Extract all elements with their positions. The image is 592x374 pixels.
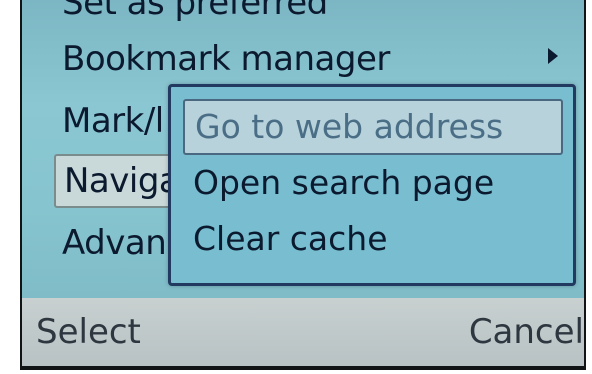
browser-options-menu: Set as preferred Bookmark manager Mark/l…	[22, 0, 584, 298]
submenu-item-open-search-page[interactable]: Open search page	[183, 157, 559, 209]
menu-item-label: Bookmark manager	[62, 39, 390, 79]
menu-item-set-as-preferred[interactable]: Set as preferred	[62, 0, 328, 28]
submenu-item-label: Open search page	[193, 163, 495, 202]
cancel-softkey[interactable]: Cancel	[469, 308, 584, 356]
device-bezel: Set as preferred Bookmark manager Mark/l…	[0, 0, 592, 374]
phone-screen: Set as preferred Bookmark manager Mark/l…	[20, 0, 586, 370]
submenu-item-go-to-web-address[interactable]: Go to web address	[183, 99, 563, 155]
chevron-right-icon	[548, 48, 558, 64]
menu-item-mark[interactable]: Mark/l	[62, 96, 164, 146]
softkey-bar: Select Cancel	[22, 298, 584, 366]
select-softkey[interactable]: Select	[36, 308, 141, 356]
menu-item-label: Mark/l	[62, 101, 164, 141]
menu-item-advanced[interactable]: Advan	[62, 218, 167, 268]
menu-item-label: Set as preferred	[62, 0, 328, 23]
submenu-item-clear-cache[interactable]: Clear cache	[183, 213, 559, 265]
submenu-item-label: Clear cache	[193, 219, 388, 258]
submenu-item-label: Go to web address	[195, 107, 504, 146]
menu-item-label: Advan	[62, 223, 167, 263]
navigate-submenu: Go to web address Open search page Clear…	[168, 84, 576, 286]
menu-item-label: Naviga	[64, 161, 180, 201]
menu-item-bookmark-manager[interactable]: Bookmark manager	[62, 34, 390, 84]
